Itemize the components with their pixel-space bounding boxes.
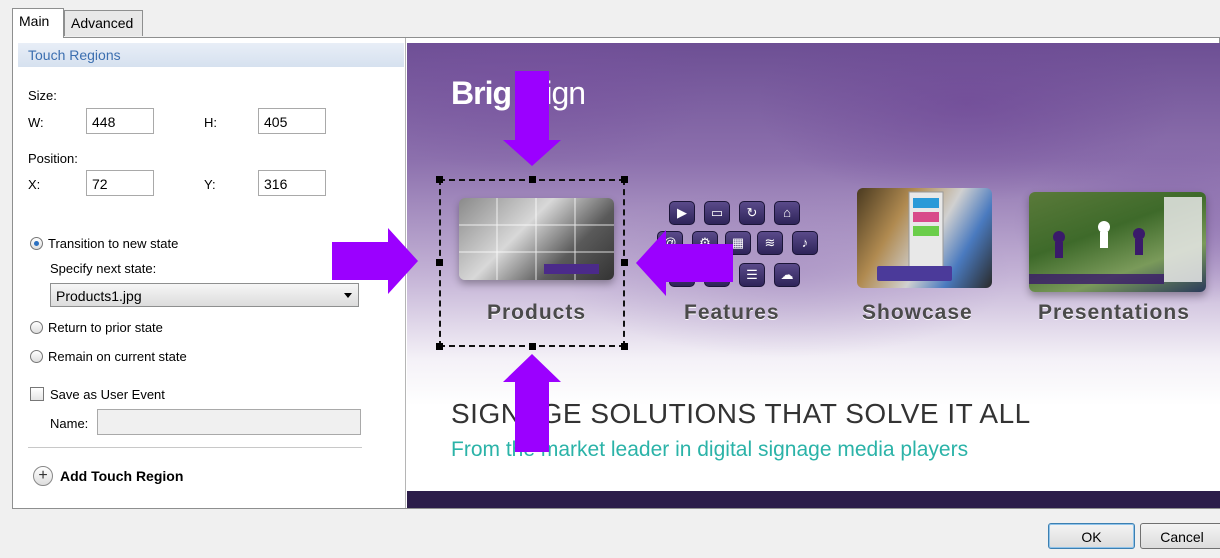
arrow-right-icon [332,228,418,294]
arrow-down-icon [503,71,561,166]
cancel-button[interactable]: Cancel [1140,523,1220,549]
tab-main[interactable]: Main [12,8,64,38]
annotation-arrows [332,71,733,452]
arrow-up-icon [503,354,561,452]
ok-button[interactable]: OK [1048,523,1135,549]
arrow-left-icon [636,230,733,296]
